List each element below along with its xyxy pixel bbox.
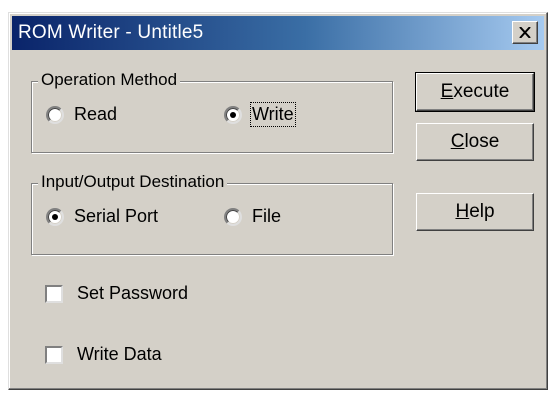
radio-read[interactable]: Read [46, 104, 117, 125]
radio-serial-port-label: Serial Port [74, 206, 159, 226]
radio-read-indicator[interactable] [46, 105, 64, 124]
radio-file-indicator[interactable] [224, 207, 242, 226]
set-password-label: Set Password [77, 283, 189, 303]
radio-selected-dot [230, 111, 236, 118]
radio-write[interactable]: Write [224, 102, 296, 127]
help-button[interactable]: Help [416, 193, 534, 231]
radio-serial-port-indicator[interactable] [46, 207, 64, 226]
set-password-box[interactable] [45, 284, 63, 303]
write-data-label: Write Data [77, 344, 162, 364]
radio-file[interactable]: File [224, 206, 281, 227]
radio-file-label: File [252, 206, 282, 226]
set-password-checkbox[interactable]: Set Password [45, 283, 188, 304]
execute-button[interactable]: Execute [415, 72, 535, 112]
write-data-checkbox[interactable]: Write Data [45, 344, 162, 365]
operation-method-group: Operation Method Read Write [31, 70, 393, 153]
close-label-rest: lose [464, 131, 500, 152]
execute-mnemonic: E [440, 81, 454, 102]
radio-write-label: Write [250, 102, 296, 127]
execute-label-rest: xecute [453, 81, 510, 102]
operation-method-label: Operation Method [38, 70, 181, 90]
radio-write-indicator[interactable] [224, 105, 242, 124]
help-label-rest: elp [469, 201, 495, 222]
close-x-icon [519, 27, 531, 38]
close-window-button[interactable] [512, 21, 538, 44]
help-mnemonic: H [455, 201, 470, 222]
write-data-box[interactable] [45, 345, 63, 364]
radio-read-label: Read [74, 104, 118, 124]
io-destination-label: Input/Output Destination [38, 172, 228, 192]
radio-selected-dot [52, 213, 58, 220]
close-button[interactable]: Close [416, 123, 534, 161]
title-bar[interactable]: ROM Writer - Untitle5 [12, 16, 544, 50]
window-title: ROM Writer - Untitle5 [18, 22, 204, 43]
close-mnemonic: C [450, 131, 465, 152]
rom-writer-dialog: ROM Writer - Untitle5 Operation Method R… [8, 12, 548, 390]
io-destination-group: Input/Output Destination Serial Port Fil… [31, 172, 393, 255]
radio-serial-port[interactable]: Serial Port [46, 206, 158, 227]
